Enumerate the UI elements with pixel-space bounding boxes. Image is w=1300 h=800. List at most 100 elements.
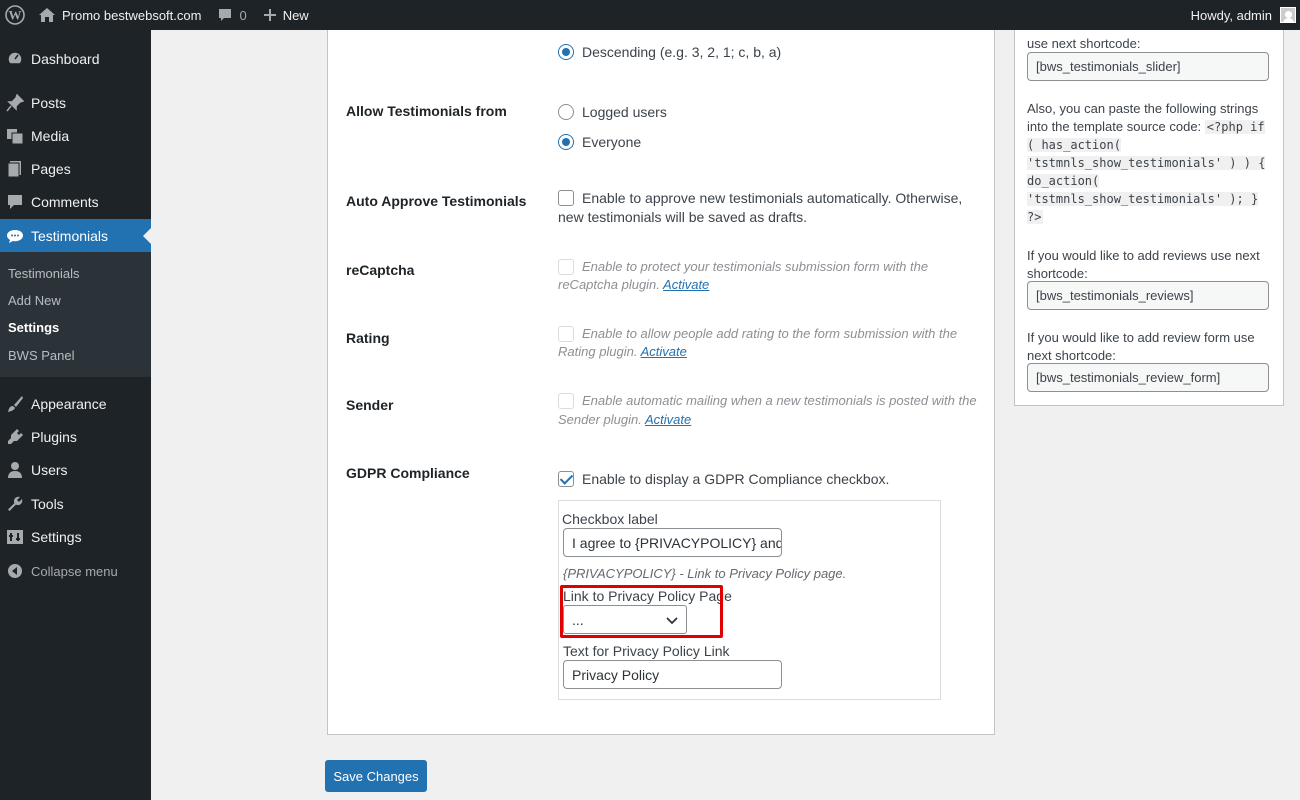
privacy-text-title: Text for Privacy Policy Link (563, 643, 730, 659)
recaptcha-activate-link[interactable]: Activate (663, 277, 709, 292)
allow-testimonials-label: Allow Testimonials from (346, 103, 507, 119)
gdpr-option[interactable]: Enable to display a GDPR Compliance chec… (558, 471, 889, 487)
menu-users[interactable]: Users (0, 453, 151, 487)
allow-everyone-option[interactable]: Everyone (558, 134, 641, 150)
form-intro: If you would like to add review form use… (1027, 330, 1255, 363)
submenu-bws-panel[interactable]: BWS Panel (8, 348, 74, 363)
order-descending-option[interactable]: Descending (e.g. 3, 2, 1; c, b, a) (558, 44, 781, 60)
reviews-shortcode-field[interactable]: [bws_testimonials_reviews] (1027, 281, 1269, 310)
plugin-icon (5, 427, 25, 447)
menu-label: Collapse menu (31, 563, 118, 579)
submenu-settings[interactable]: Settings (8, 320, 59, 335)
option-label: Enable to allow people add rating to the… (582, 326, 958, 341)
highlight-box (560, 585, 723, 638)
new-label: New (282, 7, 309, 23)
form-shortcode-field[interactable]: [bws_testimonials_review_form] (1027, 363, 1269, 392)
dashboard-icon (5, 49, 25, 69)
template-intro: Also, you can paste the following string… (1027, 100, 1272, 226)
menu-label: Tools (31, 496, 64, 512)
checkbox-label-title: Checkbox label (562, 511, 658, 527)
wordpress-logo-icon[interactable]: W (0, 0, 30, 30)
avatar (1280, 7, 1296, 23)
allow-logged-radio[interactable] (558, 104, 574, 120)
allow-logged-option[interactable]: Logged users (558, 104, 667, 120)
submenu-testimonials[interactable]: Testimonials (8, 266, 80, 281)
option-label: Enable to display a GDPR Compliance chec… (582, 471, 890, 487)
desc-text: reCaptcha plugin. (558, 277, 660, 292)
rating-option: Enable to allow people add rating to the… (558, 324, 957, 343)
option-label: Everyone (582, 134, 642, 150)
wrench-icon (5, 494, 25, 514)
collapse-menu-button[interactable]: Collapse menu (0, 554, 151, 588)
plus-icon (263, 8, 277, 22)
new-content-link[interactable]: New (255, 0, 317, 30)
option-label: Enable to approve new testimonials autom… (582, 190, 963, 206)
sender-label: Sender (346, 397, 394, 413)
menu-label: Media (31, 128, 70, 144)
my-account-link[interactable]: Howdy, admin (1183, 0, 1300, 30)
sender-option: Enable automatic mailing when a new test… (558, 391, 977, 410)
privacy-hint: {PRIVACYPOLICY} - Link to Privacy Policy… (563, 564, 846, 583)
option-label: Logged users (582, 104, 667, 120)
order-descending-radio[interactable] (558, 44, 574, 60)
menu-label: Settings (31, 529, 82, 545)
menu-label: Appearance (31, 396, 107, 412)
rating-activate-link[interactable]: Activate (641, 344, 687, 359)
settings-icon (5, 527, 25, 547)
reviews-intro: If you would like to add reviews use nex… (1027, 248, 1260, 281)
allow-everyone-radio[interactable] (558, 134, 574, 150)
users-icon (5, 460, 25, 480)
option-label: Enable automatic mailing when a new test… (582, 393, 977, 408)
site-name-link[interactable]: Promo bestwebsoft.com (30, 0, 209, 30)
media-icon (5, 126, 25, 146)
rating-label: Rating (346, 330, 390, 346)
menu-label: Testimonials (31, 228, 109, 244)
menu-plugins[interactable]: Plugins (0, 420, 151, 454)
desc-text: Rating plugin. (558, 344, 638, 359)
admin-sidebar: Dashboard Posts Media Pages Comments Tes… (0, 30, 151, 800)
comments-icon (5, 192, 25, 212)
slider-shortcode-field[interactable]: [bws_testimonials_slider] (1027, 52, 1269, 81)
auto-approve-option[interactable]: Enable to approve new testimonials autom… (558, 190, 962, 206)
menu-posts[interactable]: Posts (0, 86, 151, 120)
submenu-add-new[interactable]: Add New (8, 293, 61, 308)
home-icon (38, 7, 56, 23)
howdy-text: Howdy, admin (1190, 7, 1272, 23)
rating-checkbox (558, 325, 574, 342)
menu-media[interactable]: Media (0, 119, 151, 153)
recaptcha-option: Enable to protect your testimonials subm… (558, 257, 928, 276)
menu-pages[interactable]: Pages (0, 152, 151, 186)
sender-desc: Sender plugin. Activate (558, 410, 691, 429)
menu-label: Plugins (31, 429, 77, 445)
testimonials-submenu: Testimonials Add New Settings BWS Panel (0, 252, 151, 377)
recaptcha-label: reCaptcha (346, 262, 415, 278)
sender-activate-link[interactable]: Activate (645, 412, 691, 427)
checkbox-label-input[interactable]: I agree to {PRIVACYPOLICY} and ha (563, 528, 782, 557)
comments-count: 0 (239, 7, 247, 23)
menu-testimonials[interactable]: Testimonials (0, 219, 151, 253)
menu-comments[interactable]: Comments (0, 185, 151, 219)
comments-link[interactable]: 0 (209, 0, 254, 30)
auto-approve-label: Auto Approve Testimonials (346, 193, 527, 209)
option-label: Descending (e.g. 3, 2, 1; c, b, a) (582, 44, 782, 60)
menu-appearance[interactable]: Appearance (0, 387, 151, 421)
gdpr-label: GDPR Compliance (346, 465, 470, 481)
privacy-text-input[interactable]: Privacy Policy (563, 660, 782, 689)
site-name: Promo bestwebsoft.com (62, 7, 202, 23)
testimonials-icon (5, 226, 25, 246)
option-label: Enable to protect your testimonials subm… (582, 259, 929, 274)
menu-dashboard[interactable]: Dashboard (0, 42, 151, 76)
pages-icon (5, 159, 25, 179)
menu-settings[interactable]: Settings (0, 520, 151, 554)
menu-tools[interactable]: Tools (0, 487, 151, 521)
save-changes-button[interactable]: Save Changes (325, 760, 427, 792)
svg-text:W: W (9, 8, 22, 23)
auto-approve-desc: new testimonials will be saved as drafts… (558, 209, 807, 225)
collapse-icon (5, 561, 25, 581)
auto-approve-checkbox[interactable] (558, 190, 574, 206)
gdpr-checkbox[interactable] (558, 471, 574, 487)
slider-intro: use next shortcode: (1027, 36, 1141, 51)
brush-icon (5, 394, 25, 414)
menu-label: Comments (31, 194, 99, 210)
privacy-token: {PRIVACYPOLICY} (563, 566, 676, 581)
